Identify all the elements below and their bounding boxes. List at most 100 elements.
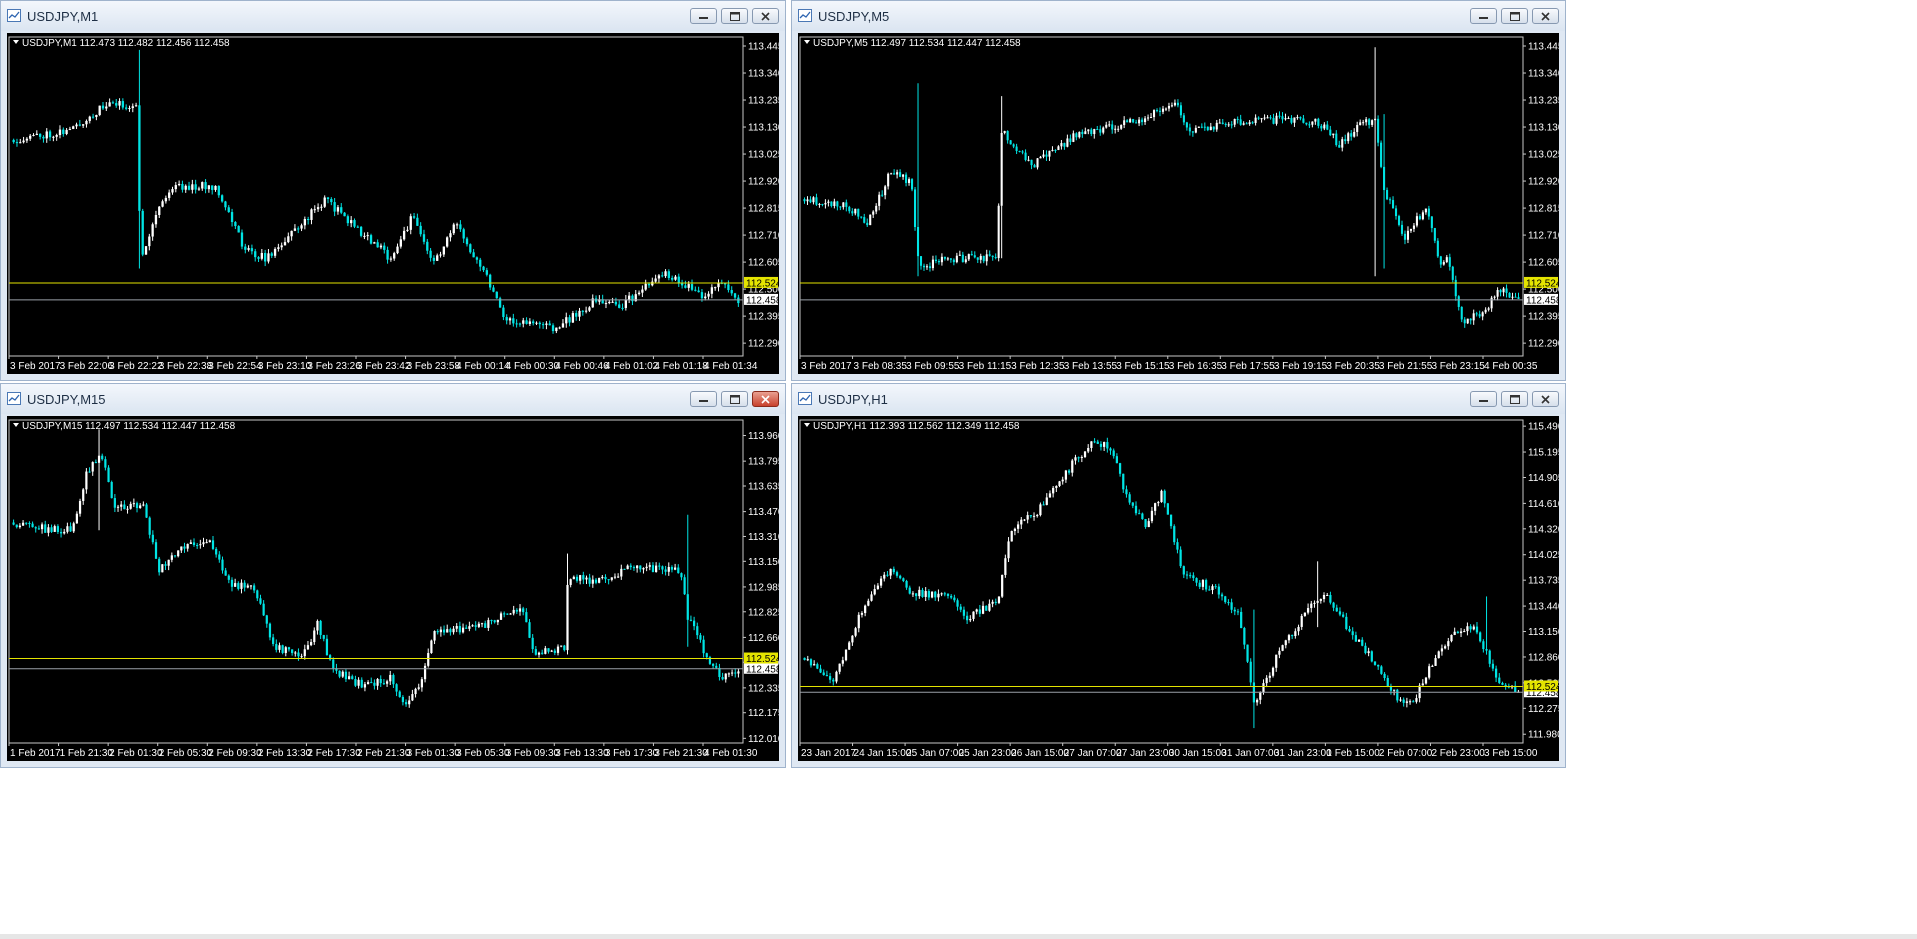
close-button[interactable] bbox=[1532, 8, 1559, 24]
candle-body bbox=[1302, 118, 1305, 123]
candle-body bbox=[677, 567, 680, 574]
candle-body bbox=[485, 270, 489, 275]
candle-body bbox=[1006, 131, 1009, 141]
candle-body bbox=[908, 179, 911, 183]
candle-body bbox=[1478, 314, 1481, 317]
candle-body bbox=[1208, 589, 1211, 591]
minimize-button[interactable] bbox=[690, 391, 717, 407]
candle-body bbox=[1030, 159, 1033, 166]
candle-body bbox=[626, 565, 629, 570]
window-titlebar[interactable]: USDJPY,M5 bbox=[792, 1, 1565, 31]
chart-window-m1[interactable]: USDJPY,M1 USDJPY,M1 112.473 112.482 112.… bbox=[0, 0, 786, 381]
candle-body bbox=[1351, 631, 1354, 636]
window-titlebar[interactable]: USDJPY,H1 bbox=[792, 384, 1565, 414]
price-chart[interactable]: USDJPY,M1 112.473 112.482 112.456 112.45… bbox=[7, 33, 779, 374]
minimize-button[interactable] bbox=[1470, 391, 1497, 407]
x-tick-label: 3 Feb 15:00 bbox=[1484, 748, 1538, 759]
candle-body bbox=[220, 195, 224, 202]
candlestick-chart[interactable]: USDJPY,H1 112.393 112.562 112.349 112.45… bbox=[798, 416, 1559, 761]
candle-body bbox=[711, 663, 715, 666]
window-titlebar[interactable]: USDJPY,M1 bbox=[1, 1, 785, 31]
candle-body bbox=[545, 323, 548, 325]
candle-body bbox=[641, 289, 644, 293]
candle-body bbox=[205, 542, 208, 544]
candle-body bbox=[270, 253, 273, 256]
candle-body bbox=[551, 325, 555, 332]
candle-body bbox=[927, 591, 930, 598]
candle-body bbox=[893, 173, 896, 175]
restore-button[interactable] bbox=[1501, 8, 1528, 24]
candle-body bbox=[832, 679, 835, 682]
candle-body bbox=[1320, 125, 1323, 129]
candle-body bbox=[227, 575, 230, 580]
candle-body bbox=[1348, 629, 1351, 632]
close-button[interactable] bbox=[1532, 391, 1559, 407]
candle-body bbox=[81, 124, 85, 126]
candle-body bbox=[142, 504, 145, 506]
candle-body bbox=[845, 202, 848, 207]
chart-header-label: USDJPY,M1 112.473 112.482 112.456 112.45… bbox=[22, 38, 230, 49]
candle-body bbox=[902, 174, 905, 177]
candle-body bbox=[1479, 632, 1482, 642]
window-titlebar[interactable]: USDJPY,M15 bbox=[1, 384, 785, 414]
candlestick-chart[interactable]: USDJPY,M1 112.473 112.482 112.456 112.45… bbox=[7, 33, 779, 374]
chart-window-m15[interactable]: USDJPY,M15 USDJPY,M15 112.497 112.534 11… bbox=[0, 383, 786, 768]
candle-body bbox=[436, 631, 439, 633]
x-tick-label: 2 Feb 23:00 bbox=[1431, 748, 1485, 759]
chart-window-h1[interactable]: USDJPY,H1 USDJPY,H1 112.393 112.562 112.… bbox=[791, 383, 1566, 768]
price-chart[interactable]: USDJPY,M5 112.497 112.534 112.447 112.45… bbox=[798, 33, 1559, 374]
candle-body bbox=[548, 323, 551, 326]
candle-body bbox=[482, 266, 485, 271]
candlestick-chart[interactable]: USDJPY,M5 112.497 112.534 112.447 112.45… bbox=[798, 33, 1559, 374]
candle-body bbox=[244, 246, 247, 250]
restore-button[interactable] bbox=[721, 391, 748, 407]
minimize-button[interactable] bbox=[1470, 8, 1497, 24]
candle-body bbox=[1329, 594, 1332, 603]
candle-body bbox=[72, 523, 75, 532]
chart-window-m5[interactable]: USDJPY,M5 USDJPY,M5 112.497 112.534 112.… bbox=[791, 0, 1566, 381]
candle-body bbox=[816, 664, 819, 669]
candle-body bbox=[879, 578, 883, 586]
candle-body bbox=[1335, 607, 1338, 612]
candle-body bbox=[1150, 510, 1154, 522]
candle-body bbox=[1170, 105, 1174, 107]
candle-body bbox=[199, 544, 202, 546]
price-chart[interactable]: USDJPY,M15 112.497 112.534 112.447 112.4… bbox=[7, 416, 779, 761]
restore-button[interactable] bbox=[721, 8, 748, 24]
candle-body bbox=[131, 106, 134, 109]
candle-body bbox=[262, 603, 265, 616]
y-tick-label: 113.235 bbox=[1528, 96, 1559, 107]
close-button[interactable] bbox=[752, 391, 779, 407]
candle-body bbox=[1326, 594, 1329, 596]
y-tick-label: 112.290 bbox=[1528, 339, 1559, 350]
x-tick-label: 3 Feb 17:30 bbox=[605, 748, 659, 759]
candle-body bbox=[1412, 701, 1415, 703]
restore-button[interactable] bbox=[1501, 391, 1528, 407]
candle-body bbox=[902, 578, 905, 582]
candle-body bbox=[1016, 524, 1020, 529]
candle-body bbox=[1338, 145, 1341, 148]
candle-body bbox=[934, 591, 937, 598]
candle-body bbox=[479, 259, 482, 267]
candle-body bbox=[1220, 594, 1224, 597]
candle-body bbox=[918, 589, 921, 597]
candle-body bbox=[997, 596, 1001, 603]
candle-body bbox=[234, 583, 237, 587]
y-tick-label: 113.340 bbox=[748, 69, 779, 80]
y-tick-label: 113.735 bbox=[1528, 576, 1559, 587]
candlestick-chart[interactable]: USDJPY,M15 112.497 112.534 112.447 112.4… bbox=[7, 416, 779, 761]
candle-body bbox=[95, 114, 98, 117]
minimize-button[interactable] bbox=[690, 8, 717, 24]
candle-body bbox=[452, 224, 455, 234]
candle-body bbox=[1163, 490, 1166, 504]
candle-body bbox=[1311, 121, 1314, 125]
candle-body bbox=[694, 289, 697, 291]
candle-body bbox=[1138, 119, 1141, 124]
candle-body bbox=[15, 524, 18, 528]
candle-body bbox=[1249, 661, 1252, 683]
close-button[interactable] bbox=[752, 8, 779, 24]
price-chart[interactable]: USDJPY,H1 112.393 112.562 112.349 112.45… bbox=[798, 416, 1559, 761]
candle-body bbox=[972, 611, 975, 619]
y-tick-label: 112.395 bbox=[1528, 312, 1559, 323]
candle-body bbox=[1221, 122, 1224, 124]
